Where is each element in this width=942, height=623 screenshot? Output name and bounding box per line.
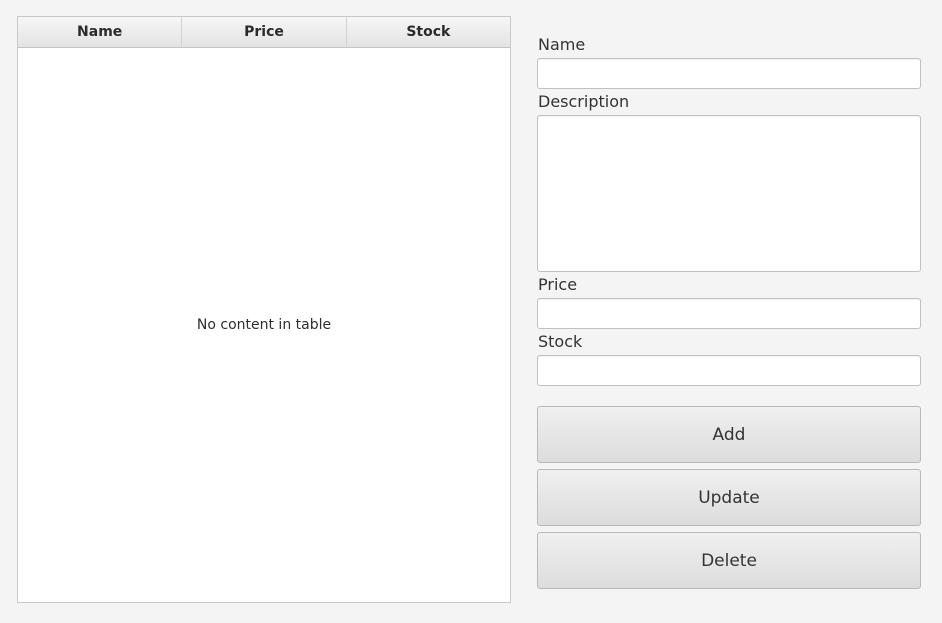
empty-table-placeholder: No content in table	[196, 317, 332, 333]
name-input[interactable]	[537, 58, 921, 89]
product-table[interactable]: Name Price Stock No content in table	[17, 16, 511, 603]
update-button[interactable]: Update	[537, 469, 921, 526]
column-header-price[interactable]: Price	[182, 17, 347, 47]
column-header-name[interactable]: Name	[18, 17, 183, 47]
table-body: No content in table	[18, 48, 510, 602]
table-header: Name Price Stock	[18, 17, 510, 48]
description-label: Description	[538, 92, 630, 111]
price-label: Price	[538, 275, 578, 294]
stock-label: Stock	[538, 332, 583, 351]
delete-button[interactable]: Delete	[537, 532, 921, 589]
price-input[interactable]	[537, 298, 921, 329]
column-header-stock[interactable]: Stock	[347, 17, 510, 47]
name-label: Name	[538, 35, 586, 54]
add-button[interactable]: Add	[537, 406, 921, 463]
stock-input[interactable]	[537, 355, 921, 386]
description-textarea[interactable]	[537, 115, 921, 272]
